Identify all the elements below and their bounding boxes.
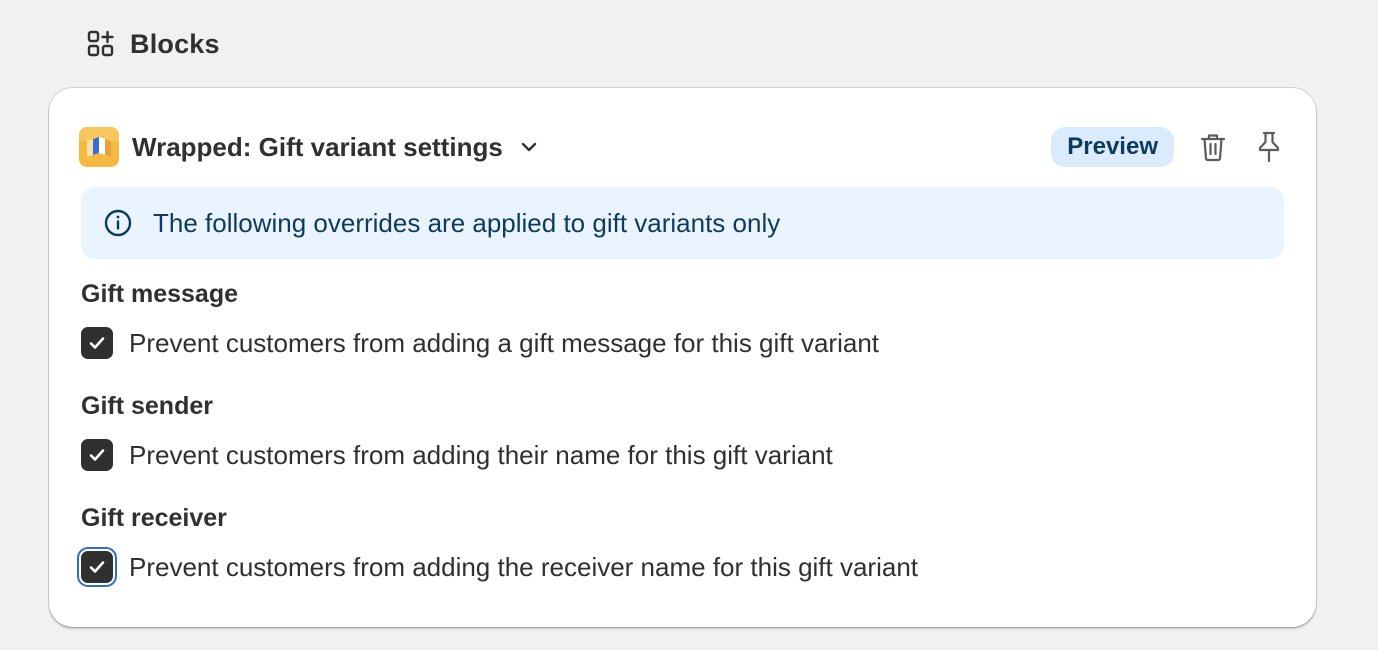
checkmark-icon: [89, 449, 105, 461]
gift-receiver-group: Gift receiver Prevent customers from add…: [81, 503, 918, 583]
gift-sender-checkbox[interactable]: [81, 439, 113, 471]
trash-icon: [1200, 134, 1226, 162]
section-header: Blocks: [86, 28, 220, 60]
chevron-down-icon[interactable]: [517, 135, 541, 159]
checkbox-label[interactable]: Prevent customers from adding the receiv…: [129, 552, 918, 583]
group-label: Gift receiver: [81, 504, 227, 532]
delete-button[interactable]: [1196, 130, 1230, 164]
gift-message-checkbox[interactable]: [81, 327, 113, 359]
info-icon: [103, 208, 133, 238]
pin-icon: [1258, 131, 1280, 163]
block-header: Wrapped: Gift variant settings Preview: [79, 126, 1286, 168]
gift-sender-group: Gift sender Prevent customers from addin…: [81, 391, 833, 471]
block-title[interactable]: Wrapped: Gift variant settings: [132, 132, 503, 163]
gift-receiver-checkbox[interactable]: [81, 551, 113, 583]
block-card: Wrapped: Gift variant settings Preview T…: [49, 88, 1316, 627]
wrapped-app-logo: [79, 127, 119, 167]
preview-badge[interactable]: Preview: [1051, 127, 1174, 167]
section-title: Blocks: [130, 28, 220, 59]
gift-message-group: Gift message Prevent customers from addi…: [81, 279, 879, 359]
info-banner: The following overrides are applied to g…: [81, 187, 1284, 259]
checkbox-label[interactable]: Prevent customers from adding a gift mes…: [129, 328, 879, 359]
checkmark-icon: [89, 561, 105, 573]
checkmark-icon: [89, 337, 105, 349]
group-label: Gift sender: [81, 392, 213, 420]
group-label: Gift message: [81, 280, 239, 308]
banner-text: The following overrides are applied to g…: [153, 207, 781, 238]
gift-sender-option[interactable]: Prevent customers from adding their name…: [81, 439, 833, 471]
pin-button[interactable]: [1252, 130, 1286, 164]
blocks-add-icon: [86, 29, 116, 59]
gift-receiver-option[interactable]: Prevent customers from adding the receiv…: [81, 551, 918, 583]
checkbox-label[interactable]: Prevent customers from adding their name…: [129, 440, 833, 471]
gift-message-option[interactable]: Prevent customers from adding a gift mes…: [81, 327, 879, 359]
